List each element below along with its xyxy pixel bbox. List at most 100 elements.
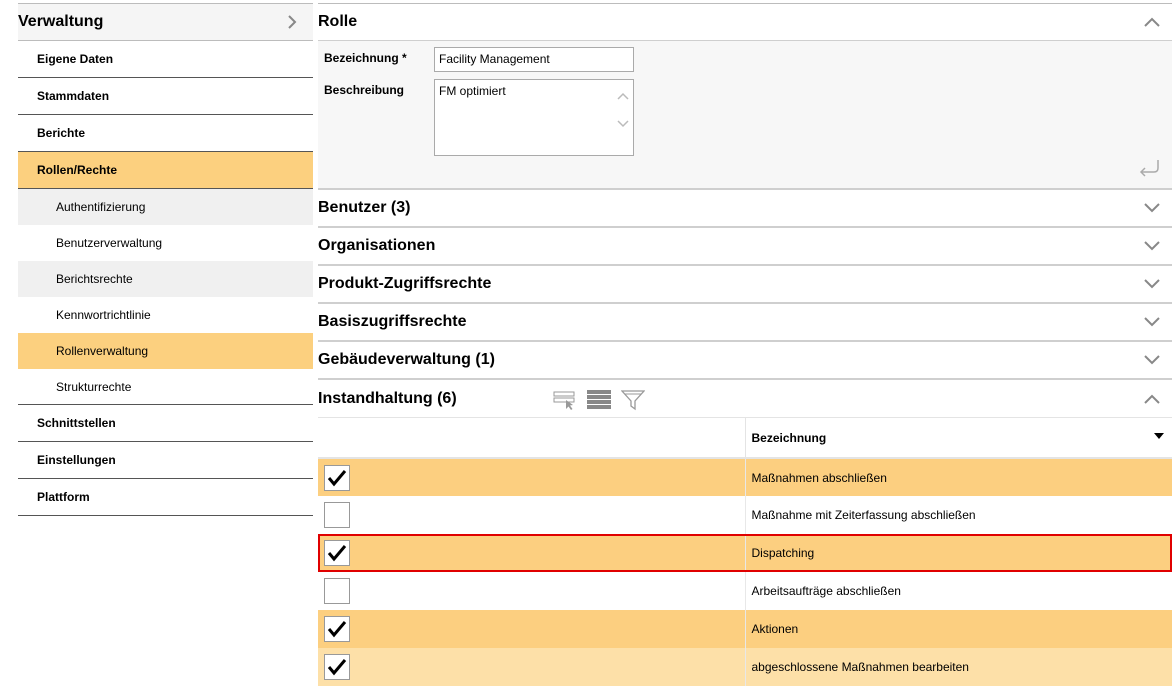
chevron-down-icon[interactable] [1144,314,1160,330]
table-row[interactable]: abgeschlossene Maßnahmen bearbeiten [318,648,1172,686]
section-title: Basiszugriffsrechte [318,313,467,330]
chevron-down-icon[interactable] [1144,238,1160,254]
table-row[interactable]: Maßnahmen abschließen [318,458,1172,496]
sidebar: Verwaltung Eigene Daten Stammdaten Beric… [18,3,313,516]
sidebar-item-berichte[interactable]: Berichte [18,115,313,152]
chevron-down-icon[interactable] [1144,276,1160,292]
textarea-scrollbar[interactable] [617,92,629,128]
sidebar-subitem-strukturrechte[interactable]: Strukturrechte [18,369,313,405]
row-checkbox[interactable] [324,578,350,604]
sidebar-item-label: Stammdaten [37,89,110,103]
beschreibung-textarea[interactable]: FM optimiert [434,79,634,156]
instandhaltung-toolbar [553,389,646,416]
column-header-label: Bezeichnung [751,430,827,445]
chevron-up-icon[interactable] [1144,14,1160,30]
table-row[interactable]: Maßnahme mit Zeiterfassung abschließen [318,496,1172,534]
select-rows-icon[interactable] [553,390,577,415]
section-title: Gebäudeverwaltung (1) [318,351,495,368]
chevron-down-icon[interactable] [1144,352,1160,368]
section-header-gebaeudeverwaltung[interactable]: Gebäudeverwaltung (1) [318,342,1172,380]
row-label: Maßnahmen abschließen [745,458,1172,496]
checkmark-icon [327,621,347,638]
row-checkbox[interactable] [324,654,350,680]
row-label: abgeschlossene Maßnahmen bearbeiten [745,648,1172,686]
sidebar-subitem-label: Kennwortrichtlinie [56,308,151,322]
chevron-down-icon[interactable] [1144,200,1160,216]
row-label: Arbeitsaufträge abschließen [745,572,1172,610]
section-header-benutzer[interactable]: Benutzer (3) [318,190,1172,228]
scroll-down-icon[interactable] [617,120,629,128]
checkbox-cell [318,648,746,686]
checkbox-column-header[interactable] [318,418,746,459]
list-view-icon[interactable] [587,389,611,416]
sidebar-item-label: Schnittstellen [37,416,116,430]
main-content: Rolle Bezeichnung * Facility Management … [318,3,1172,686]
row-label: Dispatching [745,534,1172,572]
sidebar-subitem-label: Benutzerverwaltung [56,236,163,250]
checkbox-cell [318,610,746,648]
table-row[interactable]: Aktionen [318,610,1172,648]
sidebar-item-label: Berichte [37,126,86,140]
sidebar-item-stammdaten[interactable]: Stammdaten [18,78,313,115]
row-checkbox[interactable] [324,464,350,491]
sort-down-icon[interactable] [1154,428,1164,442]
sidebar-subitem-benutzerverwaltung[interactable]: Benutzerverwaltung [18,225,313,261]
sidebar-subitem-rollenverwaltung[interactable]: Rollenverwaltung [18,333,313,369]
sidebar-item-plattform[interactable]: Plattform [18,479,313,516]
section-header-instandhaltung[interactable]: Instandhaltung (6) [318,380,1172,418]
beschreibung-label: Beschreibung [324,83,405,97]
sidebar-item-label: Eigene Daten [37,52,114,66]
row-label: Aktionen [745,610,1172,648]
section-header-rolle[interactable]: Rolle [318,3,1172,41]
sidebar-item-label: Rollen/Rechte [37,163,118,177]
sidebar-subitem-label: Strukturrechte [56,379,132,394]
row-checkbox[interactable] [324,502,350,528]
sidebar-subitem-label: Berichtsrechte [56,272,133,286]
section-header-basiszugriffsrechte[interactable]: Basiszugriffsrechte [318,304,1172,342]
scroll-up-icon[interactable] [617,92,629,100]
sidebar-item-schnittstellen[interactable]: Schnittstellen [18,405,313,442]
section-title: Instandhaltung (6) [318,389,457,407]
section-title: Rolle [318,13,358,30]
checkbox-cell [318,572,746,610]
chevron-up-icon[interactable] [1144,391,1160,407]
sidebar-subitem-label: Rollenverwaltung [56,344,149,358]
sidebar-subitem-berichtsrechte[interactable]: Berichtsrechte [18,261,313,297]
table-row[interactable]: Arbeitsaufträge abschließen [318,572,1172,610]
section-title: Organisationen [318,237,436,254]
beschreibung-text: FM optimiert [439,84,506,98]
section-title: Benutzer (3) [318,199,411,216]
checkbox-cell [318,534,746,572]
chevron-right-icon[interactable] [285,15,299,29]
row-checkbox[interactable] [324,616,350,642]
sidebar-item-label: Plattform [37,490,90,504]
instandhaltung-table: Bezeichnung Maßnahmen abschließen Maßnah… [318,418,1172,686]
bezeichnung-label: Bezeichnung * [324,51,407,65]
filter-icon[interactable] [620,389,646,416]
sidebar-item-rollen-rechte[interactable]: Rollen/Rechte [18,152,313,189]
section-header-organisationen[interactable]: Organisationen [318,228,1172,266]
table-row[interactable]: Dispatching [318,534,1172,572]
checkmark-icon [327,469,347,486]
sidebar-header[interactable]: Verwaltung [18,3,313,41]
bezeichnung-column-header[interactable]: Bezeichnung [745,418,1172,459]
checkmark-icon [327,545,347,562]
undo-icon[interactable] [1136,157,1162,182]
checkbox-cell [318,458,746,496]
sidebar-item-einstellungen[interactable]: Einstellungen [18,442,313,479]
section-header-produkt-zugriffsrechte[interactable]: Produkt-Zugriffsrechte [318,266,1172,304]
table-header-row: Bezeichnung [318,418,1172,459]
section-title: Produkt-Zugriffsrechte [318,275,492,292]
sidebar-item-eigene-daten[interactable]: Eigene Daten [18,41,313,78]
row-label: Maßnahme mit Zeiterfassung abschließen [745,496,1172,534]
sidebar-subitem-authentifizierung[interactable]: Authentifizierung [18,189,313,225]
checkmark-icon [327,659,347,676]
sidebar-subitem-kennwortrichtlinie[interactable]: Kennwortrichtlinie [18,297,313,333]
row-checkbox[interactable] [324,540,350,566]
checkbox-cell [318,496,746,534]
sidebar-title: Verwaltung [18,13,104,30]
rolle-form: Bezeichnung * Facility Management Beschr… [318,41,1172,190]
sidebar-subitem-label: Authentifizierung [56,200,146,214]
sidebar-item-label: Einstellungen [37,453,116,467]
bezeichnung-input[interactable]: Facility Management [434,47,634,72]
